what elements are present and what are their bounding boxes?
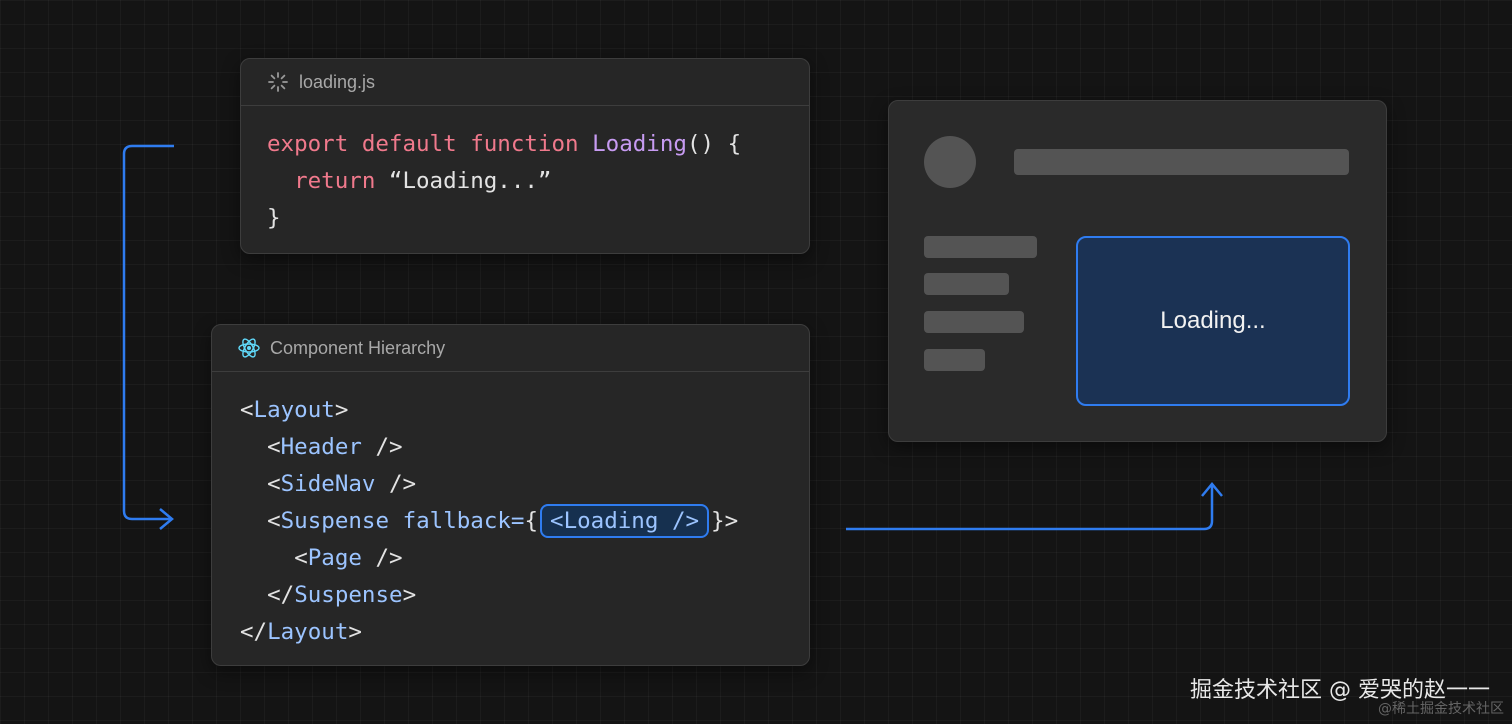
sidenav-skeleton-bar-1 — [924, 236, 1037, 258]
component-hierarchy-panel: Component Hierarchy <Layout> <Header /> … — [211, 324, 810, 666]
suspense-close-tag: Suspense — [294, 582, 403, 608]
keyword-return: return — [294, 168, 376, 194]
loading-js-header: loading.js — [241, 59, 809, 106]
left-bracket-arrow — [122, 144, 174, 521]
suspense-close-line: </Suspense> — [267, 582, 417, 608]
spinner-icon — [267, 71, 289, 93]
suspense-tag: Suspense — [280, 508, 390, 534]
sidenav-skeleton-bar-2 — [924, 273, 1009, 295]
header-tag: Header — [280, 434, 362, 460]
header-skeleton-bar — [1014, 149, 1349, 175]
header-line: <Header /> — [267, 434, 403, 460]
avatar-placeholder — [924, 136, 976, 188]
react-icon — [238, 337, 260, 359]
layout-tag: Layout — [253, 397, 335, 423]
code-line-1: export default function Loading() { — [267, 126, 741, 163]
function-name: Loading — [592, 131, 687, 157]
layout-close-tag: Layout — [267, 619, 349, 645]
code-line-2: return “Loading...” — [267, 163, 741, 200]
keyword-export: export — [267, 131, 349, 157]
sidenav-line: <SideNav /> — [267, 471, 417, 497]
code-line-3: } — [267, 200, 741, 237]
suspense-open-line: <Suspense fallback={<Loading />}> — [240, 503, 738, 540]
loading-js-panel: loading.js export default function Loadi… — [240, 58, 810, 254]
sidenav-skeleton-bar-3 — [924, 311, 1024, 333]
watermark-subtext: @稀土掘金技术社区 — [1378, 701, 1504, 717]
right-connector-arrow — [846, 486, 1214, 531]
closing-brace: } — [267, 205, 281, 231]
sidenav-tag: SideNav — [280, 471, 376, 497]
component-hierarchy-title: Component Hierarchy — [270, 337, 446, 358]
loading-js-code: export default function Loading() { retu… — [267, 126, 741, 237]
return-string: “Loading...” — [388, 168, 552, 194]
layout-open-line: <Layout> — [240, 397, 349, 423]
fallback-attr: fallback= — [402, 508, 525, 534]
function-params: () { — [686, 131, 742, 157]
loading-js-filename: loading.js — [299, 71, 376, 92]
component-hierarchy-header: Component Hierarchy — [212, 325, 809, 372]
loading-fallback-highlight: <Loading /> — [540, 504, 710, 538]
loading-fallback-text: Loading... — [1160, 307, 1266, 334]
page-tag: Page — [307, 545, 362, 571]
layout-close-line: </Layout> — [240, 619, 362, 645]
keyword-function: function — [470, 131, 579, 157]
page-line: <Page /> — [294, 545, 403, 571]
keyword-default: default — [361, 131, 457, 157]
sidenav-skeleton-bar-4 — [924, 349, 985, 371]
hierarchy-code: <Layout> <Header /> <SideNav /> <Suspens… — [240, 392, 738, 651]
loading-fallback-box: Loading... — [1076, 236, 1350, 406]
